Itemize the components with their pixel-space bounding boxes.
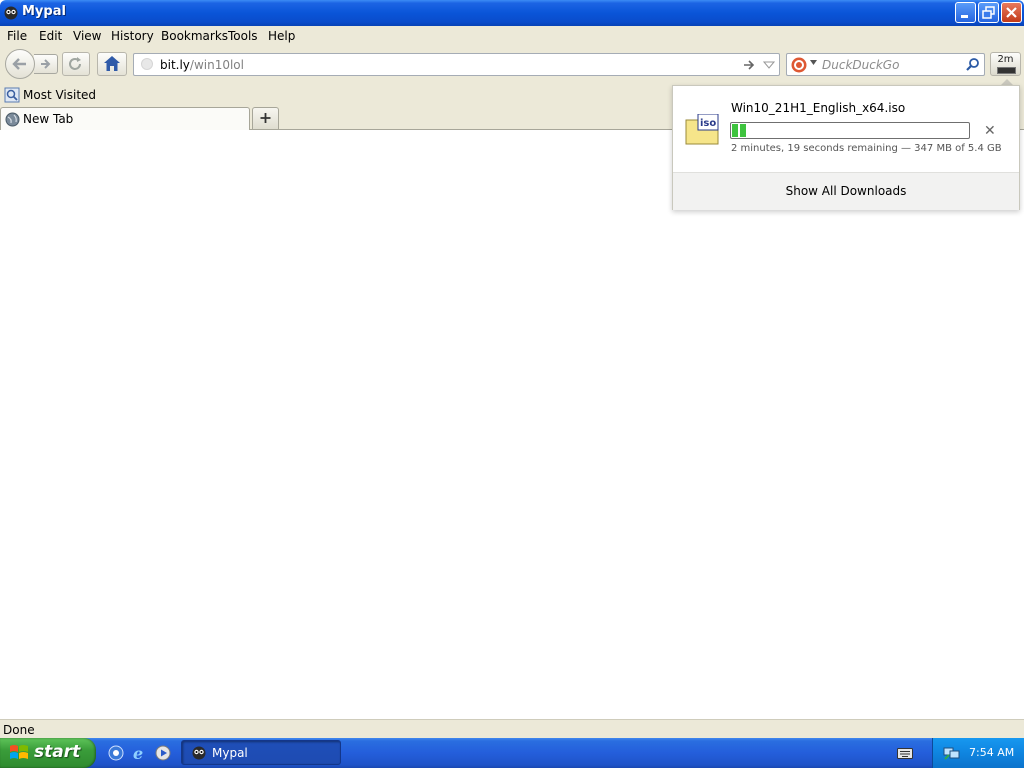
new-tab-button[interactable] <box>252 107 279 129</box>
iso-file-icon: iso <box>685 114 719 145</box>
windows-media-icon[interactable] <box>108 745 124 761</box>
menu-bar: File Edit View History Bookmarks Tools H… <box>0 26 1024 46</box>
taskbar-item-label: Mypal <box>212 746 248 760</box>
menu-tools[interactable]: Tools <box>228 29 258 43</box>
title-bar[interactable]: Mypal <box>0 0 1024 26</box>
close-icon <box>1006 7 1017 18</box>
start-button[interactable]: start <box>0 738 96 768</box>
bookmark-most-visited[interactable]: Most Visited <box>23 88 96 102</box>
svg-text:e: e <box>133 745 143 761</box>
network-icon[interactable] <box>943 745 961 761</box>
iso-label: iso <box>700 118 716 129</box>
status-bar: Done <box>0 719 1024 738</box>
menu-edit[interactable]: Edit <box>39 29 62 43</box>
mypal-task-icon <box>192 746 206 760</box>
window-title: Mypal <box>22 4 66 19</box>
menu-help[interactable]: Help <box>268 29 295 43</box>
download-filename: Win10_21H1_English_x64.iso <box>731 101 906 115</box>
url-bar[interactable]: bit.ly/win10lol <box>133 53 780 76</box>
download-mini-progress <box>997 67 1016 74</box>
download-status: 2 minutes, 19 seconds remaining — 347 MB… <box>731 143 1002 154</box>
engine-dropdown-icon[interactable] <box>810 60 817 65</box>
forward-button[interactable] <box>34 54 58 74</box>
cancel-download-button[interactable]: ✕ <box>984 123 996 139</box>
home-icon <box>104 56 120 71</box>
restore-button[interactable] <box>978 2 999 23</box>
system-tray: 7:54 AM <box>932 738 1024 768</box>
home-button[interactable] <box>97 52 127 76</box>
page-content[interactable] <box>0 130 1024 719</box>
media-player-icon[interactable] <box>155 745 171 761</box>
minimize-icon <box>961 15 968 18</box>
downloads-panel: iso Win10_21H1_English_x64.iso ✕ 2 minut… <box>672 85 1020 210</box>
tab-new-tab[interactable]: New Tab <box>0 107 250 130</box>
keyboard-icon[interactable] <box>897 747 913 759</box>
restore-icon <box>982 6 995 19</box>
most-visited-icon <box>4 87 20 103</box>
close-window-button[interactable] <box>1001 2 1022 23</box>
downloads-footer[interactable]: Show All Downloads <box>673 172 1019 210</box>
reload-icon <box>69 57 81 70</box>
menu-view[interactable]: View <box>73 29 101 43</box>
url-dropdown-icon[interactable] <box>763 61 775 69</box>
back-button[interactable] <box>5 49 35 79</box>
globe-icon <box>5 112 20 127</box>
back-arrow-icon <box>12 58 26 70</box>
search-input[interactable]: DuckDuckGo <box>822 58 899 72</box>
taskbar-item-mypal[interactable]: Mypal <box>181 740 341 765</box>
duckduckgo-icon[interactable] <box>791 57 807 73</box>
download-progress-fill <box>732 124 747 137</box>
url-input[interactable]: bit.ly/win10lol <box>160 58 244 72</box>
url-path: /win10lol <box>189 58 244 72</box>
download-time-label: 2m <box>997 54 1014 65</box>
taskbar: start e Mypal 7:54 AM <box>0 738 1024 768</box>
search-bar[interactable]: DuckDuckGo <box>786 53 985 76</box>
plus-icon <box>260 113 271 123</box>
search-icon[interactable] <box>965 57 981 73</box>
url-host: bit.ly <box>160 58 190 72</box>
go-arrow-icon[interactable] <box>742 58 756 72</box>
menu-history[interactable]: History <box>111 29 154 43</box>
internet-explorer-icon[interactable]: e <box>132 745 148 761</box>
status-text: Done <box>3 723 35 737</box>
download-progress-bar <box>730 122 970 139</box>
mypal-app-icon <box>4 6 18 20</box>
minimize-button[interactable] <box>955 2 976 23</box>
reload-button[interactable] <box>62 52 90 76</box>
start-label: start <box>34 742 81 762</box>
downloads-button[interactable]: 2m <box>990 52 1021 76</box>
windows-logo-icon <box>10 745 28 759</box>
page-favicon-icon <box>141 58 153 70</box>
navigation-toolbar: bit.ly/win10lol DuckDuckGo 2m <box>0 46 1024 84</box>
clock: 7:54 AM <box>969 746 1015 759</box>
forward-arrow-icon <box>41 59 51 69</box>
show-all-downloads-button[interactable]: Show All Downloads <box>673 184 1019 198</box>
menu-file[interactable]: File <box>7 29 27 43</box>
tab-label: New Tab <box>23 112 74 126</box>
menu-bookmarks[interactable]: Bookmarks <box>161 29 228 43</box>
